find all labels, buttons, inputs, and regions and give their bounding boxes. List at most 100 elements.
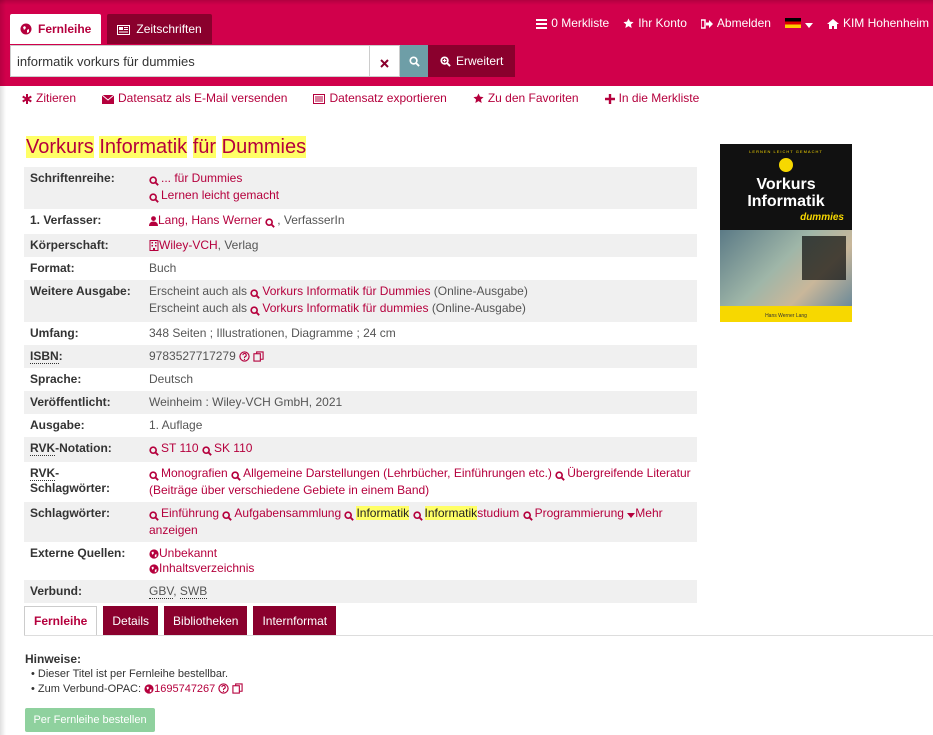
konto-label: Ihr Konto <box>638 16 687 30</box>
order-fernleihe-button[interactable]: Per Fernleihe bestellen <box>25 708 155 732</box>
series-link[interactable]: ... für Dummies <box>149 171 242 186</box>
abmelden-link[interactable]: Abmelden <box>700 16 771 30</box>
kim-home-link[interactable]: KIM Hohenheim <box>826 16 929 30</box>
field-label: 1. Verfasser: <box>30 213 102 227</box>
search-row: informatik vorkurs für dummies Erweitert <box>10 45 516 77</box>
series-label: Lernen leicht gemacht <box>161 188 280 202</box>
subject-link[interactable]: Einführung <box>149 506 219 521</box>
star-icon <box>623 17 634 29</box>
verbund-abbr: GBV <box>149 584 174 599</box>
copy-icon[interactable] <box>253 350 265 362</box>
search-button[interactable] <box>400 45 428 77</box>
edition-prefix: Erscheint auch als <box>149 284 248 298</box>
search-icon <box>408 55 420 67</box>
table-row: Verbund: GBV, SWB <box>24 580 697 603</box>
field-value: Buch <box>149 261 177 275</box>
subject-link[interactable]: Programmierung <box>522 506 624 523</box>
table-row: ISBN: 9783527717279 <box>24 345 697 368</box>
search-icon <box>250 286 261 301</box>
tab-zeitschriften[interactable]: Zeitschriften <box>107 14 212 44</box>
envelope-icon <box>102 92 115 104</box>
favorites-label: Zu den Favoriten <box>487 91 579 105</box>
email-action[interactable]: Datensatz als E-Mail versenden <box>102 91 287 105</box>
series-link[interactable]: Lernen leicht gemacht <box>149 188 280 205</box>
title-word: Informatik <box>99 136 188 158</box>
cover-brand: dummies <box>800 212 844 223</box>
field-label: Umfang: <box>30 326 79 340</box>
tab-bibliotheken[interactable]: Bibliotheken <box>164 606 248 636</box>
field-value: Unbekannt Inhaltsverzeichnis <box>143 542 697 580</box>
search-plus-icon <box>440 55 451 67</box>
field-value: ... für Dummies Lernen leicht gemacht <box>143 167 697 209</box>
tab-fernleihe-top[interactable]: Fernleihe <box>10 14 102 44</box>
field-label: Körperschaft: <box>24 234 143 257</box>
globe-icon <box>149 562 159 574</box>
field-value: 1. Auflage <box>149 418 203 432</box>
search-icon <box>202 443 212 458</box>
edition-title: Vorkurs Informatik für dummies <box>262 301 429 315</box>
tab-details[interactable]: Details <box>103 606 159 636</box>
subject-term: studium <box>477 506 520 520</box>
rvk-link[interactable]: ST 110 <box>149 441 199 458</box>
help-icon[interactable] <box>218 683 230 695</box>
user-icon <box>149 214 158 226</box>
language-switch[interactable] <box>784 17 813 29</box>
author-link[interactable]: Lang, Hans Werner <box>149 213 262 227</box>
hinweise-list: Dieser Titel ist per Fernleihe bestellba… <box>31 667 244 697</box>
cite-action[interactable]: Zitieren <box>22 91 76 105</box>
subject-link[interactable]: Informatikstudium <box>412 506 520 521</box>
field-label: ISBN: <box>24 345 143 368</box>
tab-fernleihe[interactable]: Fernleihe <box>24 606 98 636</box>
clear-search-button[interactable] <box>370 45 400 77</box>
advanced-search-button[interactable]: Erweitert <box>428 45 516 77</box>
external-source: Unbekannt <box>159 546 218 560</box>
edition-link[interactable]: Vorkurs Informatik für dummies <box>250 301 429 316</box>
rvk-subject-link[interactable]: Allgemeine Darstellungen (Lehrbücher, Ei… <box>231 466 552 481</box>
search-icon <box>265 215 276 230</box>
hinweise-section: Hinweise: Dieser Titel ist per Fernleihe… <box>25 652 244 697</box>
tab-fernleihe-top-label: Fernleihe <box>38 22 92 36</box>
table-row: Weitere Ausgabe: Erscheint auch als Vork… <box>24 280 697 322</box>
tab-internformat[interactable]: Internformat <box>253 606 337 636</box>
subject-term: Aufgabensammlung <box>234 506 342 520</box>
corporate-link[interactable]: Wiley-VCH <box>149 238 218 252</box>
export-action[interactable]: Datensatz exportieren <box>313 91 447 105</box>
rvk-subject-link[interactable]: Monografien <box>149 466 228 481</box>
table-row: Schriftenreihe: ... für Dummies Lernen l… <box>24 167 697 209</box>
external-link[interactable]: Unbekannt <box>149 546 217 560</box>
opac-prefix: Zum Verbund-OPAC: <box>37 683 142 695</box>
author-search-link[interactable] <box>265 213 277 230</box>
merkliste-link[interactable]: 0 Merkliste <box>536 16 609 30</box>
table-row: RVK-Schlagwörter: Monografien Allgemeine… <box>24 462 697 502</box>
search-input[interactable]: informatik vorkurs für dummies <box>10 45 370 77</box>
subject-link[interactable]: Aufgabensammlung <box>222 506 342 521</box>
list-item: Dieser Titel ist per Fernleihe bestellba… <box>31 667 243 682</box>
close-icon <box>380 54 389 68</box>
book-cover[interactable]: LERNEN LEICHT GEMACHT Vorkurs Informatik… <box>720 144 852 322</box>
external-link[interactable]: Inhaltsverzeichnis <box>149 561 254 575</box>
table-row: Körperschaft: Wiley-VCH, Verlag <box>24 234 697 257</box>
globe-icon <box>144 684 154 695</box>
rvk-subject-detail: (Beiträge über verschiedene Gebiete in e… <box>149 483 430 497</box>
konto-link[interactable]: Ihr Konto <box>623 16 687 30</box>
edition-link[interactable]: Vorkurs Informatik für Dummies <box>250 284 430 301</box>
field-label: Externe Quellen: <box>30 546 126 560</box>
sign-out-icon <box>700 17 713 29</box>
favorites-action[interactable]: Zu den Favoriten <box>473 91 579 105</box>
subject-link[interactable]: Informatik <box>344 506 410 521</box>
help-icon[interactable] <box>239 350 250 362</box>
newspaper-icon <box>117 23 131 35</box>
caret-down-icon <box>804 17 813 29</box>
author-name: Lang, Hans Werner <box>158 213 262 227</box>
field-value: Monografien Allgemeine Darstellungen (Le… <box>143 462 697 502</box>
rvk-link[interactable]: SK 110 <box>202 441 252 458</box>
search-icon <box>149 190 159 205</box>
rvk-subject: Übergreifende Literatur <box>567 466 691 480</box>
merkliste-action[interactable]: In die Merkliste <box>604 91 699 105</box>
merkliste-label: 0 Merkliste <box>551 16 610 30</box>
search-icon <box>149 443 159 458</box>
copy-icon[interactable] <box>232 683 244 695</box>
search-icon <box>522 508 533 523</box>
opac-link[interactable]: 1695747267 <box>144 683 215 695</box>
rvk-code: ST 110 <box>161 441 199 455</box>
